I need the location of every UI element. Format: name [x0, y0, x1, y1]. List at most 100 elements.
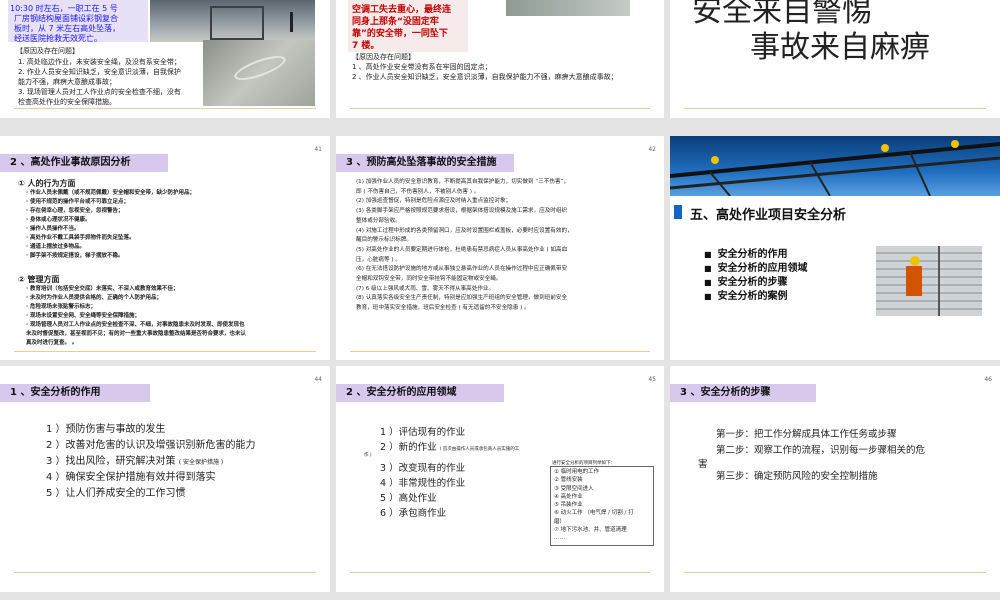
list-item: 3 ）改变现有的作业 [380, 463, 466, 474]
list-item: · 身体或心理状况不健康。 [26, 217, 91, 223]
list-item: 2 ）新的作业 ( 首次由操作人员或承包商人员实施的工 [380, 439, 519, 453]
human-factors-list: · 作业人员未佩戴（或不规范佩戴）安全帽和安全带，缺少防护用品； · 使用不规范… [26, 189, 195, 261]
list-item: (3) 各类脚手架应严格按照规范要求搭设，根据架体搭设规模及施工需求，应及时组织 [356, 208, 568, 215]
list-item: 5 ）高处作业 [380, 493, 437, 504]
list-item: · 现场未设置安全网、安全绳等安全保障措施； [26, 313, 141, 319]
list-item-text: 2 ）新的作业 [380, 442, 437, 453]
worker-on-wall-photo [876, 246, 982, 316]
section-accent-bar [674, 205, 682, 219]
list-item: (7) 6 级以上强风或大雨、雪、雾天不得从事高处作业。 [356, 285, 495, 292]
list-item: · 使用不规范的操作平台或不可靠立足点； [26, 199, 130, 205]
list-item: ② 管线安装 [554, 477, 583, 484]
section-heading: ② 管理方面 [18, 275, 60, 284]
list-item: (1) 加强作业人员的安全意识教育，不断提高其自我保护能力，切实做到 “三不伤害… [356, 179, 570, 185]
list-item: · 通道上摆放过多物品。 [26, 244, 86, 250]
section-bullet: 安全分析的案例 [704, 287, 788, 302]
section-bullet: 安全分析的步骤 [704, 273, 788, 288]
measures-list: (1) 加强作业人员的安全意识教育，不断提高其自我保护能力，切实做到 “三不伤害… [356, 178, 573, 314]
slide-title: 3 、预防高处坠落事故的安全措施 [336, 154, 514, 172]
list-item: ③ 受限空间进入 [554, 485, 594, 492]
list-item: · 高处作业不戴工具袋手抓物件而失足坠落。 [26, 235, 135, 241]
section-heading: ① 人的行为方面 [18, 179, 76, 188]
list-item: (2) 加强巡查督促，特别是危险点源应及时纳入重点监控对象； [356, 198, 512, 205]
slide-bottom-line [684, 108, 986, 109]
list-item: 1 ）评估现有的作业 [380, 427, 466, 438]
slide-number: 42 [648, 146, 656, 153]
slide-45[interactable]: 45 2 、安全分析的应用领域 1 ）评估现有的作业 2 ）新的作业 ( 首次由… [336, 366, 664, 592]
list-item: 未及时督促整改，甚至视而不见；有的对一些重大事故隐患整改结果是否符合要求，也未认 [26, 331, 247, 337]
list-item: (5) 对高处作业的人员要定期进行体检，杜绝患有禁忌病症人员从事高处作业 ( 如… [356, 246, 568, 253]
list-item: · 危险现场未张贴警示标志； [26, 304, 97, 310]
slide-title: 2 、安全分析的应用领域 [336, 384, 504, 402]
list-item: (8) 认真落实各级安全生产责任制，特别是应加强生产班组的安全管理，做到班前安全 [356, 295, 568, 302]
step-item: 第二步：观察工作的流程，识别每一步骤相关的危 [716, 445, 926, 456]
step-item: 第三步：确定预防风险的安全控制措施 [716, 471, 878, 482]
management-factors-list: · 教育培训（包括安全交底）未落实、不深入或教育效果不佳； · 未及时为作业人员… [26, 285, 246, 348]
slide-41[interactable]: 41 2 、高处作业事故原因分析 ① 人的行为方面 · 作业人员未佩戴（或不规范… [0, 136, 330, 360]
list-item: · 未及时为作业人员提供合格的、正确的个人防护用品； [26, 295, 163, 301]
list-item: 4 ）确保安全保护措施有效并得到落实 [46, 472, 216, 483]
list-item: ① 临时用电的工作 [554, 469, 600, 475]
list-item: 醒目的警示标识标牌。 [356, 237, 412, 244]
slide-bottom-line [350, 572, 650, 573]
list-item: …… [554, 535, 565, 542]
step-item: 害 [698, 459, 708, 470]
reason-title: 【原因及存在问题】 [16, 47, 79, 55]
reason-line: 1. 高处临边作业，未安装安全绳，及没有系安全带； [18, 58, 181, 66]
list-item: ⑦ 地下污水池、井、管道清理 [554, 527, 627, 534]
list-item-text: 3 ）找出风险，研究解决对策 [46, 456, 176, 467]
reason-title: 【原因及存在问题】 [352, 53, 415, 61]
list-item: 2 ）改善对危害的认识及增强识别新危害的能力 [46, 440, 256, 451]
list-item: 即 ( 不伤害自己，不伤害别人，不被别人伤害 ) 。 [356, 188, 480, 195]
slide-slogan[interactable]: 安全来自警惕 事故来自麻痹 [670, 0, 1000, 118]
list-item: ⑥ 动火工作 （电气焊 / 切割 / 打 [554, 510, 634, 517]
list-item: · 教育培训（包括安全交底）未落实、不深入或教育效果不佳； [26, 286, 179, 292]
slide-case-2[interactable]: 空调工失去重心，最终连 同身上那条“没固定牢 靠”的安全带，一同坠下 7 楼。 … [336, 0, 664, 118]
slide-title: 1 、安全分析的作用 [0, 384, 150, 402]
reason-line: 1 、高处作业安全带没有系在牢固的固定点； [352, 63, 492, 71]
slide-case-1[interactable]: 10:30 时左右，一职工在 5 号 厂房钢结构屋面铺设彩钢复合 板时，从 7 … [0, 0, 330, 118]
list-item: · 脚手架不按规定搭设，梯子摆放不稳。 [26, 253, 124, 259]
slide-title: 3 、安全分析的步骤 [670, 384, 816, 402]
list-item: 6 ）承包商作业 [380, 508, 447, 519]
list-item: 真及时进行复查。 。 [26, 340, 78, 346]
section-bullet: 安全分析的应用领域 [704, 259, 808, 274]
list-item: ④ 高处作业 [554, 493, 583, 500]
slide-46[interactable]: 46 3 、安全分析的步骤 第一步：把工作分解成具体工作任务或步骤 第二步：观察… [670, 366, 1000, 592]
slide-number: 46 [984, 376, 992, 383]
section-title: 五、高处作业项目安全分析 [690, 208, 847, 223]
list-item-note: ( 首次由操作人员或承包商人员实施的工 [439, 447, 520, 452]
slide-number: 41 [314, 146, 322, 153]
section-bullet: 安全分析的作用 [704, 245, 788, 260]
list-item: 整体或分部验收。 [356, 217, 401, 224]
slide-bottom-line [350, 108, 650, 109]
list-item: 教育，班中落实安全措施，班后安全检查 ( 有无遗留的不安全隐患 ) 。 [356, 305, 530, 312]
reason-line: 3. 现场管理人员对工人作业点的安全检查不细，没有 [18, 88, 181, 96]
slide-42[interactable]: 42 3 、预防高处坠落事故的安全措施 (1) 加强作业人员的安全意识教育，不断… [336, 136, 664, 360]
fallen-debris-photo [203, 40, 315, 106]
scene-photo [506, 0, 630, 16]
slide-section-5[interactable]: 五、高处作业项目安全分析 安全分析的作用 安全分析的应用领域 安全分析的步骤 安… [670, 136, 1000, 360]
slide-number: 44 [314, 376, 322, 383]
slide-number: 45 [648, 376, 656, 383]
list-item-note: 作 ) [364, 453, 372, 458]
list-item: 磨） [554, 518, 566, 525]
reason-line: 检查高处作业的安全保障措施。 [18, 98, 116, 106]
slide-bottom-line [350, 351, 650, 352]
list-item: 5 ）让人们养成安全的工作习惯 [46, 488, 186, 499]
slide-44[interactable]: 44 1 、安全分析的作用 1 ）预防伤害与事故的发生 2 ）改善对危害的认识及… [0, 366, 330, 592]
list-item: (4) 对施工过程中形成的各类预留洞口，应及时设置围栏或盖板，必要时应设置有效的… [356, 227, 573, 234]
list-item: 压，心脏病等 ) 。 [356, 256, 401, 263]
case-text-line: 经送医院抢救无效死亡。 [14, 34, 102, 43]
slide-bottom-line [14, 351, 316, 352]
list-item: · 存在侥幸心理，忽视安全，忽视警告； [26, 208, 124, 214]
list-item: 1 ）预防伤害与事故的发生 [46, 424, 166, 435]
slide-title: 2 、高处作业事故原因分析 [0, 154, 168, 172]
list-item: ⑤ 吊装作业 [554, 502, 583, 509]
list-item: · 操作人员操作不当。 [26, 226, 80, 232]
steel-structure-photo [670, 136, 1000, 196]
list-item: · 现场管理人员对工人作业点的安全检查不深、不细，对事故隐患未及时发现、即使发现… [26, 322, 245, 328]
slogan-line-2: 事故来自麻痹 [750, 30, 930, 65]
slide-bottom-line [684, 572, 986, 573]
project-list: ① 临时用电的工作 ② 管线安装 ③ 受限空间进入 ④ 高处作业 ⑤ 吊装作业 … [554, 468, 634, 543]
